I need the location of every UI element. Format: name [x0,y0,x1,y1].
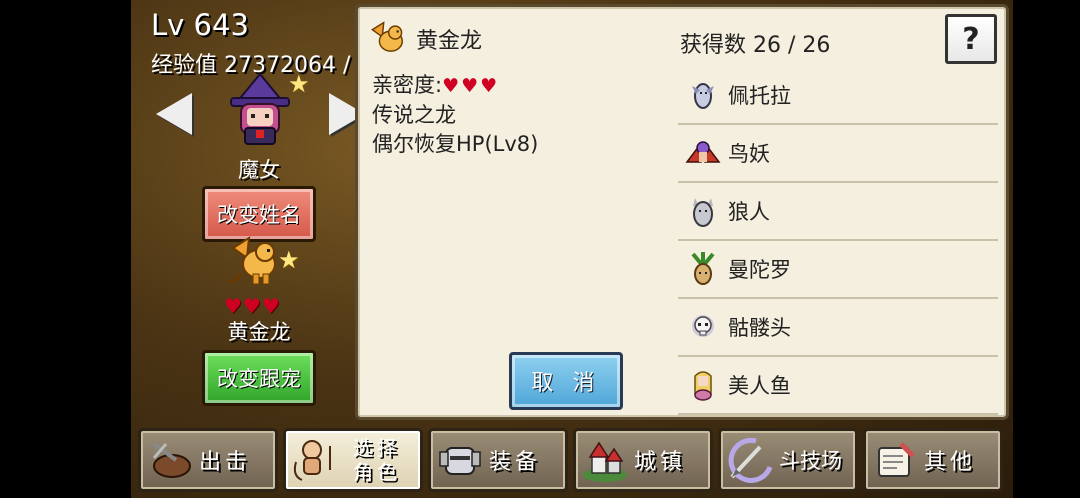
pet-hearts: ♥♥♥ [224,294,281,318]
nav-label: 出击 [199,450,252,475]
nav-label-line2: 角色 [353,460,401,484]
harpy-icon [685,141,721,163]
help-button[interactable]: ? [945,14,997,64]
pet-list-label: 美人鱼 [728,374,791,398]
nav-other-button[interactable]: 其他 [863,428,1003,492]
character-star-icon: ★ [288,70,310,98]
arena-icon [728,437,773,483]
intimacy-hearts: ♥♥♥ [442,75,500,97]
pet-list-item[interactable]: 曼陀罗 [678,241,998,299]
town-icon [583,441,627,482]
cancel-button[interactable]: 取 消 [509,352,623,410]
pet-list-label: 骷髅头 [728,316,791,340]
pet-list-label: 狼人 [728,200,770,224]
nav-label: 城镇 [634,450,687,475]
nav-label: 其他 [924,450,977,475]
nav-label: 选择 角色 [344,436,410,484]
intimacy-label: 亲密度: [372,73,443,97]
pet-list-item[interactable]: 狼人 [678,183,998,241]
nav-label-line1: 选择 [353,436,401,460]
equipment-icon [439,447,481,475]
mermaid-icon [694,371,712,401]
character-name: 魔女 [238,158,280,182]
other-icon [878,442,915,477]
pet-list-label: 佩托拉 [728,84,791,108]
pet-skill: 偶尔恢复HP(Lv8) [372,132,539,156]
nav-sortie-button[interactable]: 出击 [138,428,278,492]
pet-description: 传说之龙 [372,103,456,127]
nav-equipment-button[interactable]: 装备 [428,428,568,492]
pet-list-label: 鸟妖 [728,142,770,166]
golden-dragon-pet-sprite [227,236,276,285]
pet-list-item[interactable]: 鸟妖 [678,125,998,183]
pet-info-dialog: 黄金龙 亲密度:♥♥♥ 传说之龙 偶尔恢复HP(Lv8) 取 消 获得数 26 … [355,4,1009,420]
skull-icon [692,315,714,337]
petora-icon [692,83,714,109]
pet-name: 黄金龙 [227,320,291,344]
pet-star-icon: ★ [278,246,300,274]
witch-character-sprite [230,72,290,145]
change-pet-button[interactable]: 改变跟宠 [202,350,316,406]
player-level: Lv 643 [151,8,249,42]
nav-arena-button[interactable]: 斗技场 [718,428,858,492]
nav-select-character-button[interactable]: 选择 角色 [283,428,423,492]
werewolf-icon [693,198,713,227]
nav-label: 斗技场 [779,449,842,473]
sortie-icon [152,442,191,478]
golden-dragon-icon [371,21,403,52]
collected-count: 获得数 26 / 26 [680,33,831,58]
select-character-icon [293,440,331,481]
dialog-pet-name: 黄金龙 [416,29,483,54]
game-screen: Lv 643 经验值 27372064 / ★ 魔女 改变姓名 ★ ♥♥♥ 黄金… [131,0,1013,498]
bottom-nav: 出击 选择 角色 装备 城镇 斗技场 其他 [138,428,1006,496]
pet-list-item[interactable]: 佩托拉 [678,67,998,125]
pet-list-item[interactable]: 骷髅头 [678,299,998,357]
nav-label: 装备 [489,450,542,475]
mandrake-icon [691,252,715,285]
pet-details: 亲密度:♥♥♥ 传说之龙 偶尔恢复HP(Lv8) [372,71,538,159]
dialog-pet-header: 黄金龙 [368,19,482,59]
prev-character-arrow[interactable] [156,93,192,135]
pet-list: 佩托拉 鸟妖 狼人 曼陀罗 骷髅头 美人鱼 [678,67,998,415]
nav-town-button[interactable]: 城镇 [573,428,713,492]
pet-list-item[interactable]: 美人鱼 [678,357,998,415]
pet-list-label: 曼陀罗 [728,258,791,282]
